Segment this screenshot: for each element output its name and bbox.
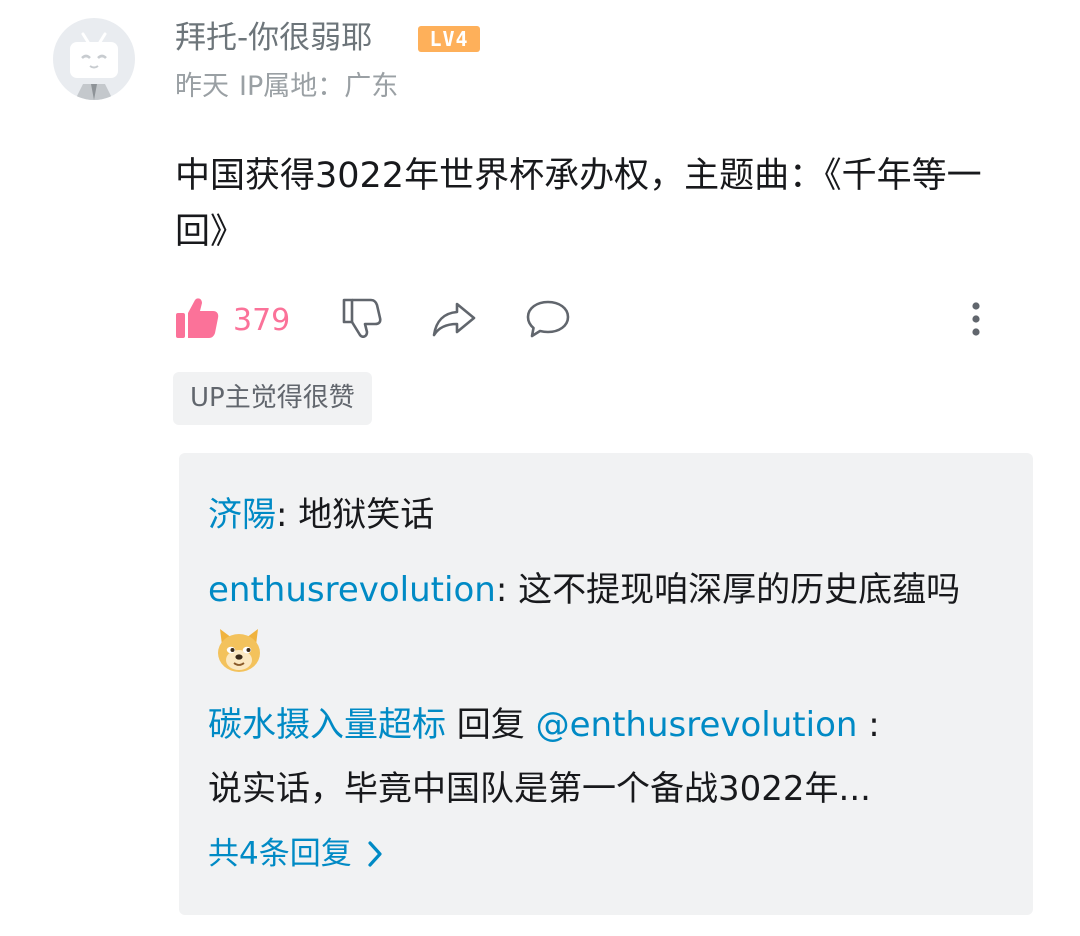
dislike-button[interactable] <box>340 296 382 340</box>
reply-separator: : <box>276 495 299 535</box>
comment-text: 中国获得3022年世界杯承办权，主题曲：《千年等一回》 <box>175 156 982 252</box>
reply-item[interactable]: 济陽: 地狱笑话 <box>208 483 998 547</box>
share-icon <box>432 302 476 337</box>
view-all-replies-link[interactable]: 共4条回复 <box>208 831 384 877</box>
level-badge: LV4 <box>418 26 480 52</box>
reply-item[interactable]: 碳水摄入量超标 回复 @enthusrevolution : 说实话，毕竟中国队… <box>208 693 998 821</box>
thumbs-up-icon <box>176 298 219 338</box>
comment-icon <box>526 300 570 338</box>
ip-location: IP属地：广东 <box>239 71 399 102</box>
reply-username[interactable]: enthusrevolution <box>208 570 496 610</box>
thumbs-down-icon <box>342 298 382 338</box>
doge-emoji-icon <box>214 625 264 675</box>
reply-text: 这不提现咱深厚的历史底蕴吗 <box>518 570 961 610</box>
share-button[interactable] <box>431 296 477 340</box>
avatar[interactable] <box>53 18 135 100</box>
chevron-right-icon <box>368 841 382 867</box>
reply-separator: : <box>857 705 880 745</box>
reply-username[interactable]: 碳水摄入量超标 <box>208 705 446 745</box>
comment-actions: 379 <box>175 296 995 346</box>
up-liked-tag: UP主觉得很赞 <box>173 372 372 425</box>
reply-username[interactable]: 济陽 <box>208 495 276 535</box>
reply-button[interactable] <box>525 296 571 340</box>
comment-meta: 昨天 IP属地：广东 <box>175 68 398 106</box>
reply-mention[interactable]: @enthusrevolution <box>536 705 858 745</box>
reply-separator: : <box>495 570 519 610</box>
comment-username[interactable]: 拜托-你很弱耶 <box>175 16 372 60</box>
more-vertical-icon <box>972 302 980 336</box>
like-button[interactable] <box>175 296 219 340</box>
more-replies-label: 共4条回复 <box>208 836 352 872</box>
comment-time: 昨天 <box>175 71 229 102</box>
like-count: 379 <box>233 303 291 338</box>
reply-text: 说实话，毕竟中国队是第一个备战3022年... <box>208 769 871 809</box>
reply-text: 地狱笑话 <box>298 495 435 535</box>
reply-preview-box[interactable]: 济陽: 地狱笑话 enthusrevolution: 这不提现咱深厚的历史底蕴吗… <box>179 453 1033 915</box>
reply-item[interactable]: enthusrevolution: 这不提现咱深厚的历史底蕴吗 <box>208 558 998 686</box>
reply-word: 回复 <box>446 705 536 745</box>
avatar-tv-icon <box>70 32 118 100</box>
more-button[interactable] <box>965 296 987 342</box>
